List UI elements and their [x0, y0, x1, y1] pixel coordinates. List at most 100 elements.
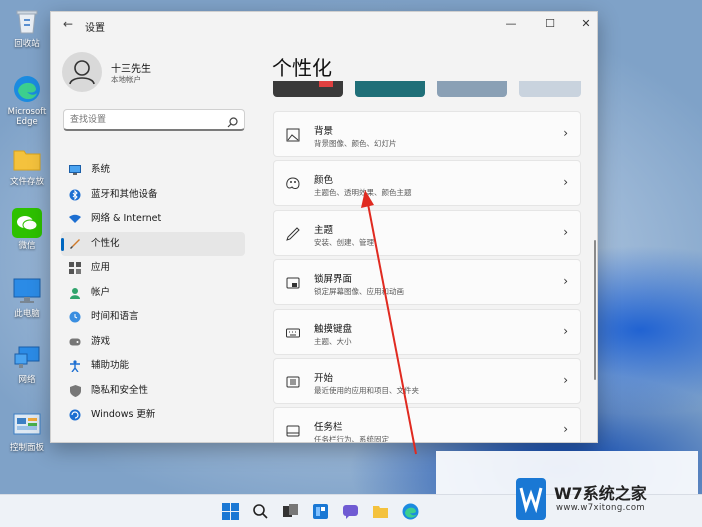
search-icon[interactable] [252, 503, 269, 520]
update-icon [69, 409, 81, 421]
desktop-icon-edge[interactable]: Microsoft Edge [2, 74, 52, 127]
desktop-icon-label: 文件存放 [9, 177, 44, 187]
shield-icon [69, 384, 81, 397]
sidebar-item-system[interactable]: 系统 [61, 158, 245, 183]
sidebar-item-bluetooth[interactable]: 蓝牙和其他设备 [61, 183, 245, 208]
edge-icon[interactable] [402, 503, 419, 520]
theme-thumbnails [273, 81, 581, 97]
palette-icon [286, 176, 300, 190]
wifi-icon [69, 213, 81, 225]
start-icon [286, 374, 300, 388]
setting-card-lock-screen[interactable]: 锁屏界面 锁定屏幕图像、应用和动画 › [273, 259, 581, 306]
setting-subtitle: 安装、创建、管理 [314, 237, 374, 247]
widgets-icon[interactable] [312, 503, 329, 520]
setting-title: 颜色 [314, 175, 334, 187]
setting-card-colors[interactable]: 颜色 主题色、透明效果、颜色主题 › [273, 160, 581, 207]
watermark-url: www.w7xitong.com [556, 503, 646, 513]
desktop-icon-control-panel[interactable]: 控制面板 [2, 410, 52, 453]
chevron-right-icon: › [563, 126, 568, 140]
setting-title: 锁屏界面 [314, 274, 353, 286]
wechat-icon [12, 208, 42, 238]
sidebar-item-label: 隐私和安全性 [91, 384, 149, 396]
folder-icon [12, 144, 42, 174]
network-icon [12, 342, 42, 372]
sidebar-item-time-language[interactable]: 时间和语言 [61, 305, 245, 330]
brush-icon [69, 238, 81, 250]
apps-icon [69, 262, 81, 274]
watermark-logo-icon [516, 478, 546, 520]
sidebar-nav: 系统 蓝牙和其他设备 网络 & Internet 个性化 应用 帐户 时间和语言 [61, 158, 245, 428]
sidebar-item-label: 蓝牙和其他设备 [91, 188, 158, 200]
setting-subtitle: 最近使用的应用和项目、文件夹 [314, 385, 419, 395]
sidebar-item-network[interactable]: 网络 & Internet [61, 207, 245, 232]
chevron-right-icon: › [563, 224, 568, 239]
setting-card-taskbar[interactable]: 任务栏 任务栏行为、系统固定 › [273, 407, 581, 442]
person-icon [69, 287, 81, 299]
bluetooth-icon [69, 189, 81, 201]
lockscreen-icon [286, 275, 300, 289]
setting-title: 任务栏 [314, 422, 343, 434]
search-box[interactable] [63, 109, 245, 131]
task-view-icon[interactable] [282, 503, 299, 520]
desktop-icon-network[interactable]: 网络 [2, 342, 52, 385]
desktop-icon-label: 微信 [18, 241, 36, 251]
sidebar-item-windows-update[interactable]: Windows 更新 [61, 403, 245, 428]
minimize-button[interactable]: — [503, 16, 519, 32]
desktop-icon-folder[interactable]: 文件存放 [2, 144, 52, 187]
setting-card-start[interactable]: 开始 最近使用的应用和项目、文件夹 › [273, 357, 581, 404]
sidebar-item-privacy[interactable]: 隐私和安全性 [61, 379, 245, 404]
theme-thumbnail[interactable] [519, 81, 581, 97]
sidebar-item-label: 游戏 [91, 335, 111, 347]
back-button[interactable]: ← [63, 17, 73, 31]
sidebar-item-gaming[interactable]: 游戏 [61, 330, 245, 355]
desktop-icon-this-pc[interactable]: 此电脑 [2, 276, 52, 319]
file-explorer-icon[interactable] [372, 503, 389, 520]
chevron-right-icon: › [563, 323, 568, 338]
globe-clock-icon [69, 311, 81, 323]
sidebar-item-apps[interactable]: 应用 [61, 256, 245, 281]
sidebar-item-label: 系统 [91, 164, 111, 175]
chevron-right-icon: › [563, 372, 568, 387]
sidebar-item-label: 个性化 [91, 237, 120, 249]
setting-card-themes[interactable]: 主题 安装、创建、管理 › [273, 209, 581, 256]
user-account-type: 本地帐户 [111, 75, 141, 84]
setting-subtitle: 锁定屏幕图像、应用和动画 [314, 287, 404, 297]
desktop-icon-label: 此电脑 [14, 309, 40, 319]
recycle-bin-icon [12, 6, 42, 36]
chevron-right-icon: › [563, 422, 568, 437]
search-input[interactable] [70, 112, 220, 128]
theme-thumbnail[interactable] [273, 81, 343, 97]
desktop-icon-recycle-bin[interactable]: 回收站 [2, 6, 52, 49]
theme-thumbnail[interactable] [355, 81, 425, 97]
user-name: 十三先生 [111, 64, 151, 75]
gamepad-icon [69, 336, 81, 348]
desktop-icon-wechat[interactable]: 微信 [2, 208, 52, 251]
sidebar-item-personalization[interactable]: 个性化 [61, 231, 245, 256]
sidebar-item-accessibility[interactable]: 辅助功能 [61, 354, 245, 379]
maximize-button[interactable]: ☐ [542, 16, 558, 32]
sidebar-item-accounts[interactable]: 帐户 [61, 281, 245, 306]
theme-thumbnail[interactable] [437, 81, 507, 97]
setting-subtitle: 主题、大小 [314, 336, 352, 346]
setting-title: 主题 [314, 224, 334, 236]
setting-card-background[interactable]: 背景 背景图像、颜色、幻灯片 › [273, 111, 581, 157]
avatar[interactable] [62, 52, 102, 92]
person-icon [69, 60, 95, 85]
sidebar-item-label: 时间和语言 [91, 311, 139, 322]
desktop-icon-label: 回收站 [14, 39, 40, 49]
setting-subtitle: 主题色、透明效果、颜色主题 [314, 188, 412, 198]
desktop-icon-label: Microsoft Edge [7, 107, 47, 127]
settings-window: ← 设置 — ☐ ✕ 十三先生 本地帐户 系统 蓝牙和其他设备 网络 & Int… [50, 11, 598, 443]
monitor-icon [69, 164, 81, 176]
setting-card-touch-keyboard[interactable]: 触摸键盘 主题、大小 › [273, 308, 581, 355]
sidebar-item-label: Windows 更新 [91, 409, 156, 420]
page-title: 个性化 [272, 56, 332, 80]
start-button-icon[interactable] [222, 503, 239, 520]
chevron-right-icon: › [563, 274, 568, 289]
accessibility-icon [69, 360, 81, 372]
close-button[interactable]: ✕ [578, 16, 594, 32]
title-bar: ← 设置 — ☐ ✕ [51, 12, 597, 38]
scrollbar[interactable] [594, 240, 596, 380]
chat-icon[interactable] [342, 503, 359, 520]
search-icon[interactable] [227, 113, 238, 132]
